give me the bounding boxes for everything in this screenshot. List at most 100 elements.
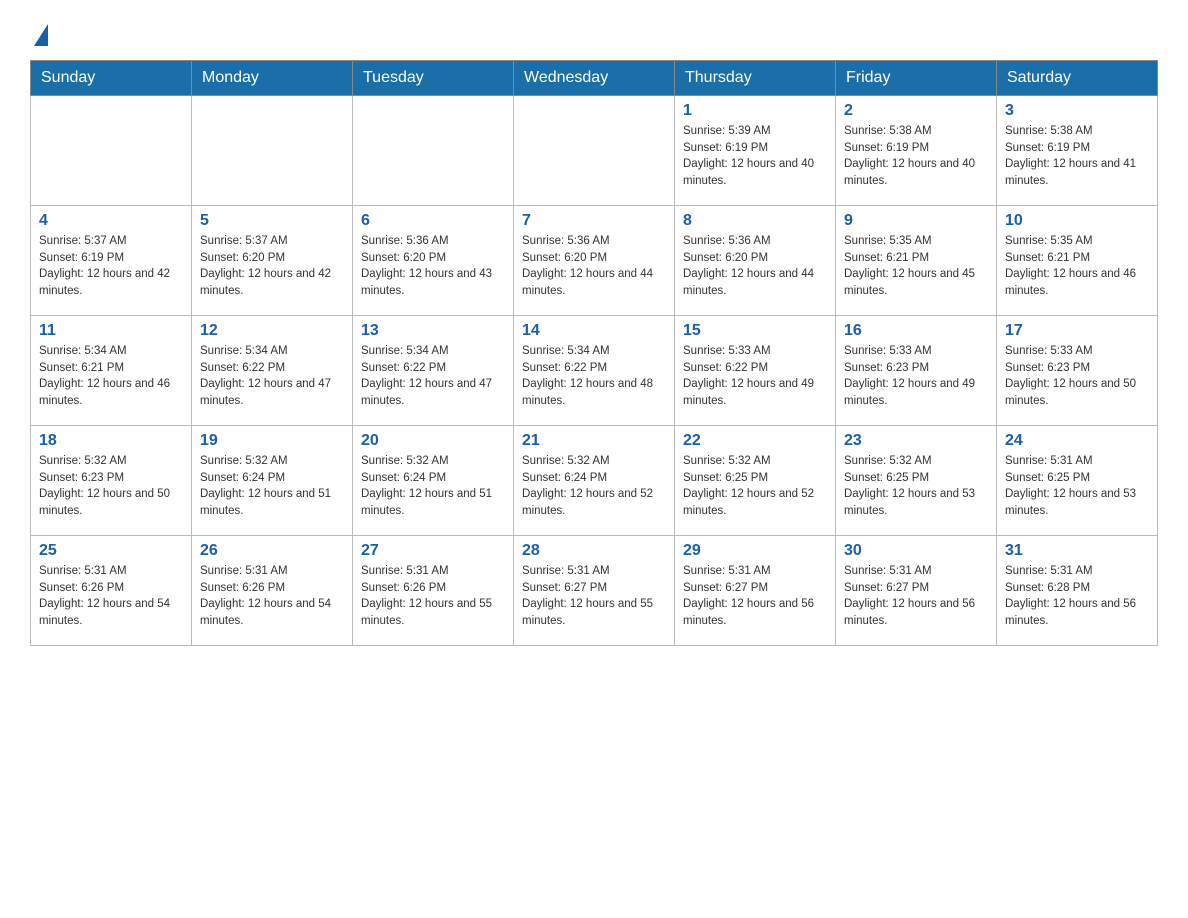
day-info: Sunrise: 5:32 AMSunset: 6:25 PMDaylight:… (844, 453, 988, 520)
logo (30, 20, 48, 42)
day-info: Sunrise: 5:33 AMSunset: 6:23 PMDaylight:… (844, 343, 988, 410)
day-number: 25 (39, 542, 183, 560)
day-number: 15 (683, 322, 827, 340)
calendar-cell: 16 Sunrise: 5:33 AMSunset: 6:23 PMDayligh… (836, 316, 997, 426)
day-number: 19 (200, 432, 344, 450)
calendar-cell: 10Sunrise: 5:35 AMSunset: 6:21 PMDayligh… (997, 206, 1158, 316)
day-number: 6 (361, 212, 505, 230)
day-info: Sunrise: 5:31 AMSunset: 6:28 PMDaylight:… (1005, 563, 1149, 630)
day-info: Sunrise: 5:31 AMSunset: 6:27 PMDaylight:… (683, 563, 827, 630)
calendar-cell (353, 96, 514, 206)
calendar-cell: 8 Sunrise: 5:36 AMSunset: 6:20 PMDaylight… (675, 206, 836, 316)
day-number: 12 (200, 322, 344, 340)
calendar-cell: 6 Sunrise: 5:36 AMSunset: 6:20 PMDaylight… (353, 206, 514, 316)
calendar-cell: 24 Sunrise: 5:31 AMSunset: 6:25 PMDayligh… (997, 426, 1158, 536)
day-number: 18 (39, 432, 183, 450)
calendar-cell: 9Sunrise: 5:35 AMSunset: 6:21 PMDaylight… (836, 206, 997, 316)
day-number: 13 (361, 322, 505, 340)
day-info: Sunrise: 5:32 AMSunset: 6:24 PMDaylight:… (522, 453, 666, 520)
day-info: Sunrise: 5:32 AMSunset: 6:25 PMDaylight:… (683, 453, 827, 520)
calendar-cell: 14 Sunrise: 5:34 AMSunset: 6:22 PMDayligh… (514, 316, 675, 426)
calendar-week-row: 18Sunrise: 5:32 AMSunset: 6:23 PMDayligh… (31, 426, 1158, 536)
day-number: 11 (39, 322, 183, 340)
calendar-cell (514, 96, 675, 206)
day-number: 29 (683, 542, 827, 560)
day-info: Sunrise: 5:36 AMSunset: 6:20 PMDaylight:… (361, 233, 505, 300)
calendar-cell: 15 Sunrise: 5:33 AMSunset: 6:22 PMDayligh… (675, 316, 836, 426)
day-info: Sunrise: 5:39 AMSunset: 6:19 PMDaylight:… (683, 123, 827, 190)
calendar-day-header: Monday (192, 61, 353, 96)
calendar-header-row: SundayMondayTuesdayWednesdayThursdayFrid… (31, 61, 1158, 96)
calendar-cell: 4Sunrise: 5:37 AMSunset: 6:19 PMDaylight… (31, 206, 192, 316)
calendar-cell: 7 Sunrise: 5:36 AMSunset: 6:20 PMDaylight… (514, 206, 675, 316)
calendar-week-row: 25 Sunrise: 5:31 AMSunset: 6:26 PMDayligh… (31, 536, 1158, 646)
day-number: 28 (522, 542, 666, 560)
day-info: Sunrise: 5:38 AMSunset: 6:19 PMDaylight:… (1005, 123, 1149, 190)
calendar-day-header: Friday (836, 61, 997, 96)
calendar-cell: 30 Sunrise: 5:31 AMSunset: 6:27 PMDayligh… (836, 536, 997, 646)
calendar-week-row: 4Sunrise: 5:37 AMSunset: 6:19 PMDaylight… (31, 206, 1158, 316)
calendar-cell: 31 Sunrise: 5:31 AMSunset: 6:28 PMDayligh… (997, 536, 1158, 646)
day-number: 26 (200, 542, 344, 560)
calendar-cell: 19 Sunrise: 5:32 AMSunset: 6:24 PMDayligh… (192, 426, 353, 536)
calendar-cell: 21 Sunrise: 5:32 AMSunset: 6:24 PMDayligh… (514, 426, 675, 536)
calendar-day-header: Wednesday (514, 61, 675, 96)
day-info: Sunrise: 5:31 AMSunset: 6:26 PMDaylight:… (200, 563, 344, 630)
day-number: 23 (844, 432, 988, 450)
page-header (30, 20, 1158, 42)
calendar-week-row: 1 Sunrise: 5:39 AMSunset: 6:19 PMDaylight… (31, 96, 1158, 206)
calendar-cell: 17Sunrise: 5:33 AMSunset: 6:23 PMDayligh… (997, 316, 1158, 426)
day-info: Sunrise: 5:31 AMSunset: 6:26 PMDaylight:… (361, 563, 505, 630)
calendar-cell: 3Sunrise: 5:38 AMSunset: 6:19 PMDaylight… (997, 96, 1158, 206)
day-number: 7 (522, 212, 666, 230)
day-number: 14 (522, 322, 666, 340)
day-number: 10 (1005, 212, 1149, 230)
day-info: Sunrise: 5:38 AMSunset: 6:19 PMDaylight:… (844, 123, 988, 190)
calendar-week-row: 11Sunrise: 5:34 AMSunset: 6:21 PMDayligh… (31, 316, 1158, 426)
day-info: Sunrise: 5:34 AMSunset: 6:22 PMDaylight:… (200, 343, 344, 410)
day-info: Sunrise: 5:33 AMSunset: 6:22 PMDaylight:… (683, 343, 827, 410)
day-info: Sunrise: 5:32 AMSunset: 6:24 PMDaylight:… (200, 453, 344, 520)
day-number: 16 (844, 322, 988, 340)
day-number: 1 (683, 102, 827, 120)
day-number: 2 (844, 102, 988, 120)
calendar-cell: 26 Sunrise: 5:31 AMSunset: 6:26 PMDayligh… (192, 536, 353, 646)
day-number: 5 (200, 212, 344, 230)
day-info: Sunrise: 5:34 AMSunset: 6:22 PMDaylight:… (522, 343, 666, 410)
day-number: 30 (844, 542, 988, 560)
calendar-cell: 27 Sunrise: 5:31 AMSunset: 6:26 PMDayligh… (353, 536, 514, 646)
day-number: 31 (1005, 542, 1149, 560)
day-info: Sunrise: 5:31 AMSunset: 6:27 PMDaylight:… (522, 563, 666, 630)
calendar-cell (192, 96, 353, 206)
day-info: Sunrise: 5:37 AMSunset: 6:19 PMDaylight:… (39, 233, 183, 300)
calendar-cell: 12 Sunrise: 5:34 AMSunset: 6:22 PMDayligh… (192, 316, 353, 426)
logo-triangle-icon (34, 24, 48, 46)
day-number: 21 (522, 432, 666, 450)
day-info: Sunrise: 5:36 AMSunset: 6:20 PMDaylight:… (683, 233, 827, 300)
calendar-cell: 18Sunrise: 5:32 AMSunset: 6:23 PMDayligh… (31, 426, 192, 536)
day-info: Sunrise: 5:37 AMSunset: 6:20 PMDaylight:… (200, 233, 344, 300)
calendar-cell: 29 Sunrise: 5:31 AMSunset: 6:27 PMDayligh… (675, 536, 836, 646)
calendar-day-header: Saturday (997, 61, 1158, 96)
calendar-cell: 1 Sunrise: 5:39 AMSunset: 6:19 PMDaylight… (675, 96, 836, 206)
calendar-cell: 13 Sunrise: 5:34 AMSunset: 6:22 PMDayligh… (353, 316, 514, 426)
calendar-cell: 25Sunrise: 5:31 AMSunset: 6:26 PMDayligh… (31, 536, 192, 646)
day-info: Sunrise: 5:32 AMSunset: 6:24 PMDaylight:… (361, 453, 505, 520)
calendar-cell: 20 Sunrise: 5:32 AMSunset: 6:24 PMDayligh… (353, 426, 514, 536)
day-number: 20 (361, 432, 505, 450)
day-number: 22 (683, 432, 827, 450)
day-number: 8 (683, 212, 827, 230)
day-number: 17 (1005, 322, 1149, 340)
day-number: 27 (361, 542, 505, 560)
calendar-day-header: Tuesday (353, 61, 514, 96)
day-number: 24 (1005, 432, 1149, 450)
calendar-day-header: Sunday (31, 61, 192, 96)
day-info: Sunrise: 5:34 AMSunset: 6:22 PMDaylight:… (361, 343, 505, 410)
calendar-cell: 2 Sunrise: 5:38 AMSunset: 6:19 PMDaylight… (836, 96, 997, 206)
day-info: Sunrise: 5:35 AMSunset: 6:21 PMDaylight:… (844, 233, 988, 300)
calendar-cell: 23 Sunrise: 5:32 AMSunset: 6:25 PMDayligh… (836, 426, 997, 536)
day-info: Sunrise: 5:31 AMSunset: 6:27 PMDaylight:… (844, 563, 988, 630)
day-info: Sunrise: 5:31 AMSunset: 6:25 PMDaylight:… (1005, 453, 1149, 520)
day-info: Sunrise: 5:36 AMSunset: 6:20 PMDaylight:… (522, 233, 666, 300)
calendar-cell: 22 Sunrise: 5:32 AMSunset: 6:25 PMDayligh… (675, 426, 836, 536)
